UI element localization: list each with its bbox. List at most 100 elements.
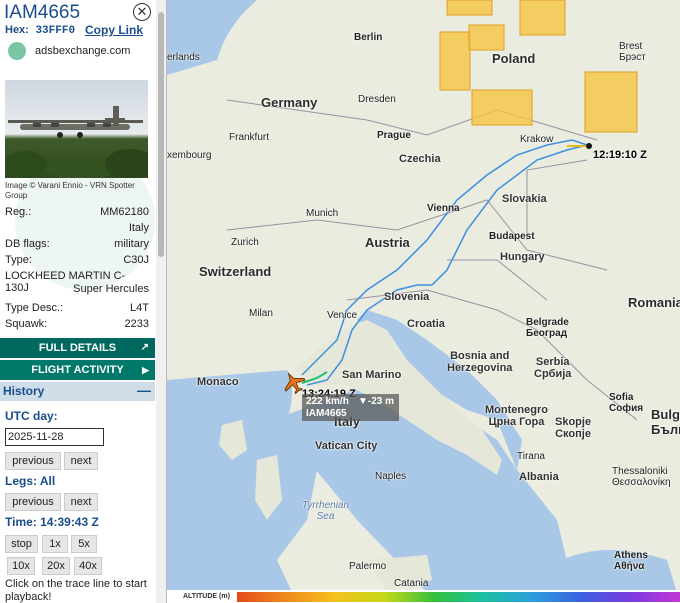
sidebar: IAM4665 ✕ Hex: 33FFF0 Copy Link adsbexch… <box>0 0 167 603</box>
map-label-catania: Catania <box>394 578 429 589</box>
flight-activity-label: FLIGHT ACTIVITY <box>31 364 124 376</box>
close-icon[interactable]: ✕ <box>133 3 151 21</box>
map-label-monaco: Monaco <box>197 376 239 388</box>
map-label-naples: Naples <box>375 471 407 482</box>
detail-key: Type Desc.: <box>5 302 64 314</box>
leg-next-button[interactable]: next <box>64 493 98 511</box>
map-label-berlin: Berlin <box>354 32 383 43</box>
map-label-thessaloniki: Thessaloniki Θεσσαλονίκη <box>612 466 671 488</box>
play-icon: ▶ <box>142 365 149 375</box>
detail-key: Type: <box>5 254 32 266</box>
aircraft-info-label[interactable]: 222 km/h ▼-23 m IAM4665 <box>302 394 399 421</box>
speed-1x-button[interactable]: 1x <box>42 535 68 553</box>
source-link[interactable]: adsbexchange.com <box>35 45 130 57</box>
map-label-venice: Venice <box>327 310 358 321</box>
detail-value: Italy <box>128 222 149 234</box>
detail-value: C30J <box>123 254 149 266</box>
leg-previous-button[interactable]: previous <box>5 493 61 511</box>
map-label-poland: Poland <box>492 51 536 66</box>
map-label-sofia: Sofia София <box>609 392 644 414</box>
detail-value: MM62180 <box>100 206 149 218</box>
map-label-slovakia: Slovakia <box>502 193 547 205</box>
copy-link[interactable]: Copy Link <box>85 23 143 37</box>
map-view[interactable]: Germany Poland Czechia Austria Slovakia … <box>167 0 680 603</box>
adsbexchange-icon <box>8 42 26 60</box>
time-label: Time: 14:39:43 Z <box>5 515 99 529</box>
map-label-tirana: Tirana <box>517 451 545 462</box>
map-label-croatia: Croatia <box>407 318 445 330</box>
collapse-icon[interactable]: — <box>137 382 151 398</box>
map-label-vatican: Vatican City <box>315 440 378 452</box>
detail-value: 2233 <box>124 318 149 330</box>
map-label-belgrade: Belgrade Београд <box>526 317 569 339</box>
info-altitude: ▼-23 m <box>358 396 395 407</box>
map-label-albania: Albania <box>519 471 559 483</box>
hex-row: Hex: 33FFF0 <box>5 24 75 37</box>
map-label-bosnia: Bosnia and Herzegovina <box>447 350 513 374</box>
map-label-bulgaria: Bulg Бълг <box>651 407 680 437</box>
map-label-frankfurt: Frankfurt <box>229 132 270 143</box>
full-details-button[interactable]: FULL DETAILS ↗ <box>0 338 155 358</box>
photo-credit: Image © Varani Ennio - VRN Spotter Group <box>5 181 135 200</box>
map-label-dresden: Dresden <box>358 94 396 105</box>
map-label-netherlands: erlands <box>167 52 200 63</box>
aircraft-photo[interactable] <box>5 80 148 178</box>
external-link-icon: ↗ <box>140 342 149 353</box>
day-previous-button[interactable]: previous <box>5 452 61 470</box>
map-label-milan: Milan <box>249 308 273 319</box>
map-label-czechia: Czechia <box>399 153 441 165</box>
detail-value: Super Hercules <box>73 283 149 295</box>
full-details-label: FULL DETAILS <box>38 342 117 354</box>
legs-label: Legs: All <box>5 474 56 488</box>
map-label-skopje: Skopje Скопје <box>555 416 592 440</box>
map-label-vienna: Vienna <box>427 203 460 214</box>
map-label-palermo: Palermo <box>349 561 387 572</box>
map-label-montenegro: Montenegro Црна Гора <box>485 404 548 428</box>
map-label-zurich: Zurich <box>231 237 259 248</box>
map-label-prague: Prague <box>377 130 411 141</box>
map-label-athens: Athens Αθήνα <box>614 550 648 572</box>
speed-40x-button[interactable]: 40x <box>74 557 102 575</box>
map-label-serbia: Serbia Србија <box>534 356 572 380</box>
flight-activity-button[interactable]: FLIGHT ACTIVITY ▶ <box>0 360 155 380</box>
altitude-legend-title: ALTITUDE (m) <box>183 593 230 600</box>
history-title: History <box>3 384 45 398</box>
track-start-time-label: 12:19:10 Z <box>593 149 647 161</box>
map-label-tyrrhenian-sea: Tyrrhenian Sea <box>302 500 350 522</box>
speed-20x-button[interactable]: 20x <box>42 557 70 575</box>
map-label-slovenia: Slovenia <box>384 291 430 303</box>
utc-day-label: UTC day: <box>5 409 58 423</box>
info-callsign: IAM4665 <box>306 408 347 419</box>
map-label-munich: Munich <box>306 208 339 219</box>
map-label-luxembourg: xembourg <box>167 150 212 161</box>
map-label-austria: Austria <box>365 235 410 250</box>
hex-value: 33FFF0 <box>35 25 76 37</box>
info-speed: 222 km/h <box>306 396 349 407</box>
map-label-hungary: Hungary <box>500 251 545 263</box>
map-label-romania: Romania <box>628 295 680 310</box>
detail-value: L4T <box>130 302 149 314</box>
map-label-switzerland: Switzerland <box>199 264 272 279</box>
detail-key: Squawk: <box>5 318 48 330</box>
sidebar-scroll-thumb[interactable] <box>158 12 164 257</box>
stop-button[interactable]: stop <box>5 535 38 553</box>
map-label-brest: Brest Брэст <box>619 41 646 63</box>
utc-day-input[interactable]: 2025-11-28 <box>5 428 104 446</box>
altitude-gradient <box>237 592 680 602</box>
map-label-germany: Germany <box>261 95 318 110</box>
map-label-san-marino: San Marino <box>342 369 402 381</box>
playback-hint: Click on the trace line to start playbac… <box>5 578 147 603</box>
map-label-krakow: Krakow <box>520 134 554 145</box>
altitude-legend: ALTITUDE (m) <box>167 590 680 603</box>
detail-key: DB flags: <box>5 238 50 250</box>
map-label-budapest: Budapest <box>489 231 535 242</box>
detail-value: military <box>114 238 149 250</box>
speed-5x-button[interactable]: 5x <box>71 535 97 553</box>
hex-label: Hex: <box>5 24 29 36</box>
history-header[interactable]: History — <box>0 382 155 401</box>
speed-10x-button[interactable]: 10x <box>7 557 35 575</box>
day-next-button[interactable]: next <box>64 452 98 470</box>
callsign-title: IAM4665 <box>4 2 81 23</box>
detail-key: Reg.: <box>5 206 32 218</box>
aircraft-photo-image <box>5 106 148 178</box>
